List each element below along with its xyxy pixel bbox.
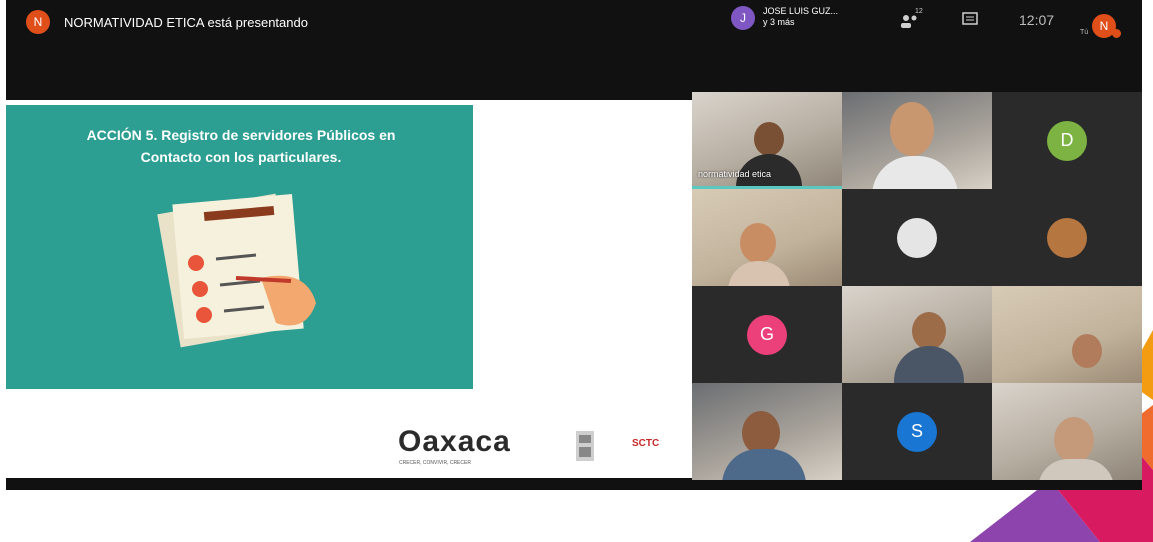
checklist-illustration: [157, 193, 316, 348]
participant-avatar-d: D: [1047, 120, 1087, 161]
slide-title: ACCIÓN 5. Registro de servidores Público…: [26, 124, 456, 168]
participant-avatar-g: G: [747, 314, 787, 355]
sctc-logo: SCTC: [632, 438, 660, 449]
slide-title-line2: Contacto con los particulares.: [140, 149, 342, 165]
people-icon[interactable]: 12: [899, 8, 923, 33]
oaxaca-logo: Oaxaca: [398, 425, 511, 458]
participant-tile[interactable]: [992, 383, 1142, 480]
oaxaca-tagline: CRECER, CONVIVIR, CRECER: [399, 460, 471, 466]
presentation-slide: ACCIÓN 5. Registro de servidores Público…: [6, 100, 692, 480]
participant-grid: normatividad etica D G S: [692, 92, 1142, 480]
participant-tile[interactable]: [992, 286, 1142, 383]
participant-tile[interactable]: [992, 189, 1142, 286]
meeting-top-bar: N NORMATIVIDAD ETICA está presentando J …: [6, 0, 1142, 100]
participant-tile[interactable]: D: [992, 92, 1142, 189]
participant-avatar: J: [731, 6, 755, 30]
participant-tile[interactable]: [842, 189, 992, 286]
participant-avatar-photo: [897, 217, 937, 258]
participant-tile[interactable]: [692, 383, 842, 480]
notification-badge: [1112, 29, 1121, 38]
participant-name-label: normatividad etica: [698, 169, 772, 179]
self-label: Tú: [1080, 29, 1089, 36]
presenter-text: NORMATIVIDAD ETICA está presentando: [64, 14, 308, 30]
participant-tile[interactable]: [842, 92, 992, 189]
participant-tile[interactable]: G: [692, 286, 842, 383]
people-count: 12: [915, 8, 923, 15]
participant-avatar-s: S: [897, 411, 937, 452]
chat-icon[interactable]: [962, 12, 978, 31]
participant-tile[interactable]: [692, 189, 842, 286]
participant-name: JOSE LUIS GUZ...: [763, 6, 839, 16]
slide-title-line1: ACCIÓN 5. Registro de servidores Público…: [86, 127, 396, 143]
participant-tile[interactable]: S: [842, 383, 992, 480]
active-speakers[interactable]: J JOSE LUIS GUZ... y 3 más: [731, 6, 838, 30]
participant-avatar-photo: [1047, 217, 1087, 258]
slide-panel: ACCIÓN 5. Registro de servidores Público…: [6, 105, 473, 389]
clock-time: 12:07: [1019, 12, 1055, 28]
participant-tile[interactable]: normatividad etica: [692, 92, 842, 189]
presenter-avatar: N: [26, 10, 50, 34]
participant-tile[interactable]: [842, 286, 992, 383]
presenter-indicator: N NORMATIVIDAD ETICA está presentando: [26, 10, 308, 34]
state-crest-icon: [576, 431, 594, 461]
participant-more: y 3 más: [763, 17, 795, 27]
